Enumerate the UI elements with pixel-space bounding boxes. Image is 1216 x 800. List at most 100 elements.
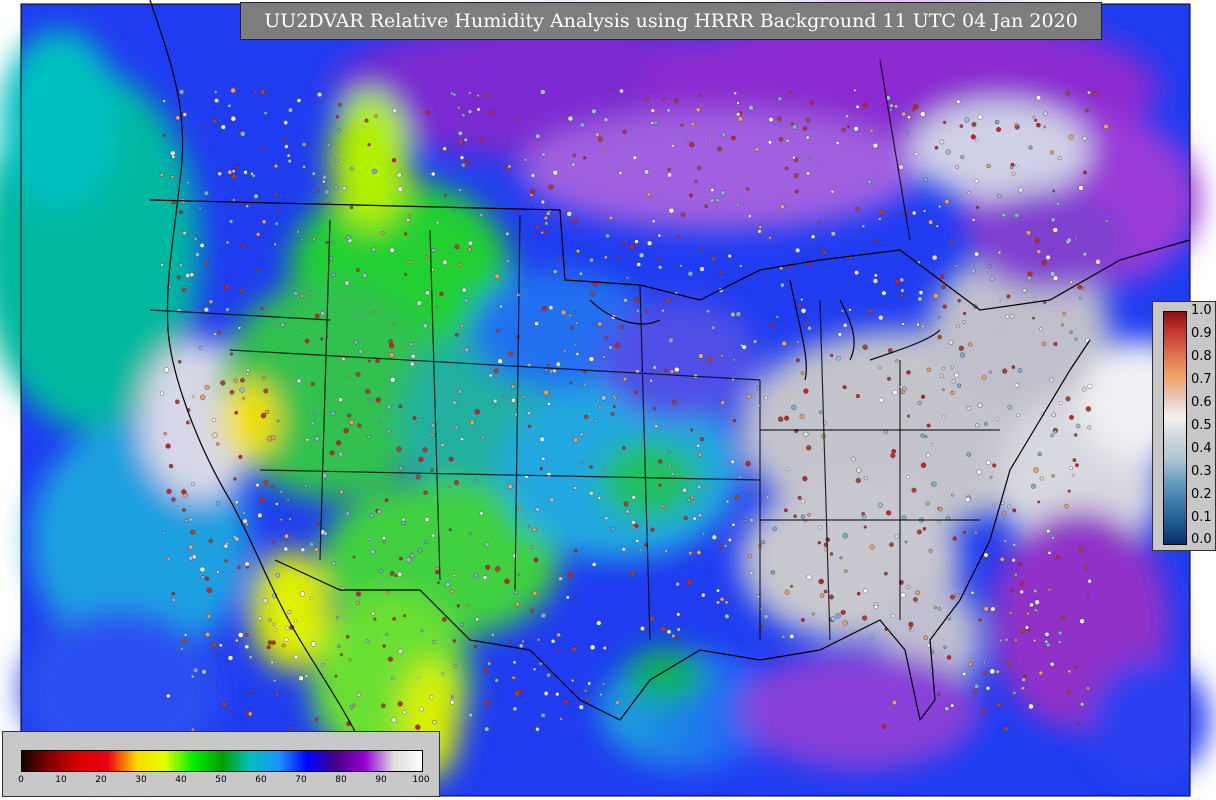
station-marker [390,377,396,383]
station-marker [1002,511,1007,516]
station-marker [257,616,262,621]
station-marker [563,699,569,705]
station-marker [931,481,937,487]
station-marker [182,112,187,117]
station-marker [370,549,376,555]
station-marker [266,645,271,650]
station-marker [853,89,857,92]
station-marker [781,340,787,347]
station-marker [917,400,922,405]
station-marker [574,343,577,346]
station-marker [1062,311,1067,316]
station-marker [780,282,785,288]
station-marker [217,171,222,176]
station-marker [770,570,776,575]
station-marker [658,459,663,464]
station-marker [558,257,562,261]
station-marker [593,418,598,423]
station-marker [201,669,207,675]
station-marker [1087,90,1091,95]
station-marker [339,653,343,657]
station-marker [984,422,988,426]
station-marker [916,322,920,327]
station-marker [933,293,939,299]
station-marker [1032,316,1035,320]
station-marker [1037,452,1042,457]
station-marker [950,594,956,600]
humidity-colorbar: 0 10 20 30 40 50 60 70 80 90 100 [2,731,440,797]
rh-tick-10: 10 [55,775,67,785]
rh-tick-80: 80 [335,775,347,785]
station-marker [821,248,825,252]
station-marker [1056,555,1061,559]
station-marker [256,268,260,272]
station-marker [357,423,362,428]
station-marker [523,157,528,162]
station-marker [213,90,218,94]
station-marker [314,547,319,553]
station-marker [711,256,716,261]
station-marker [1026,275,1032,281]
station-marker [343,428,349,434]
station-marker [371,611,376,616]
observation-colorbar-gradient [1163,311,1187,545]
station-marker [493,399,498,404]
station-marker [1045,254,1051,260]
station-marker [810,234,816,239]
station-marker [720,354,724,358]
station-marker [970,268,976,274]
station-marker [874,273,878,278]
station-marker [468,240,474,246]
station-marker [260,89,266,95]
station-marker [457,389,463,395]
station-marker [909,627,912,630]
station-marker [908,621,914,628]
station-marker [182,508,186,512]
station-marker [950,703,955,708]
station-marker [441,672,445,676]
station-marker [371,168,378,174]
station-marker [839,556,843,560]
station-marker [811,612,815,616]
station-marker [962,320,966,324]
station-marker [690,122,695,127]
station-marker [867,179,872,185]
station-marker [904,540,908,544]
station-marker [621,547,626,552]
station-marker [597,136,604,142]
station-marker [1011,365,1016,369]
station-marker [476,107,481,112]
station-marker [913,597,918,602]
station-marker [300,547,306,553]
station-marker [464,160,470,165]
station-marker [347,413,352,418]
station-marker [800,514,805,519]
station-marker [915,590,920,595]
station-marker [856,591,861,596]
station-marker [573,548,578,553]
station-marker [573,486,577,490]
station-marker [573,437,579,443]
station-marker [231,173,237,179]
station-marker [730,312,736,318]
station-marker [604,516,609,521]
station-marker [349,705,354,710]
station-marker [496,329,500,333]
station-marker [1009,165,1014,170]
station-marker [416,300,422,306]
station-marker [263,480,269,485]
station-marker [667,450,671,454]
station-marker [1081,386,1087,392]
station-marker [634,523,639,529]
station-marker [736,203,740,208]
station-marker [937,692,941,697]
station-marker [529,188,536,195]
station-marker [768,236,772,240]
station-marker [273,164,279,169]
station-marker [905,130,910,135]
station-marker [900,389,905,394]
station-marker [746,394,752,399]
station-marker [339,489,344,494]
station-marker [556,649,560,653]
station-marker [387,404,392,410]
